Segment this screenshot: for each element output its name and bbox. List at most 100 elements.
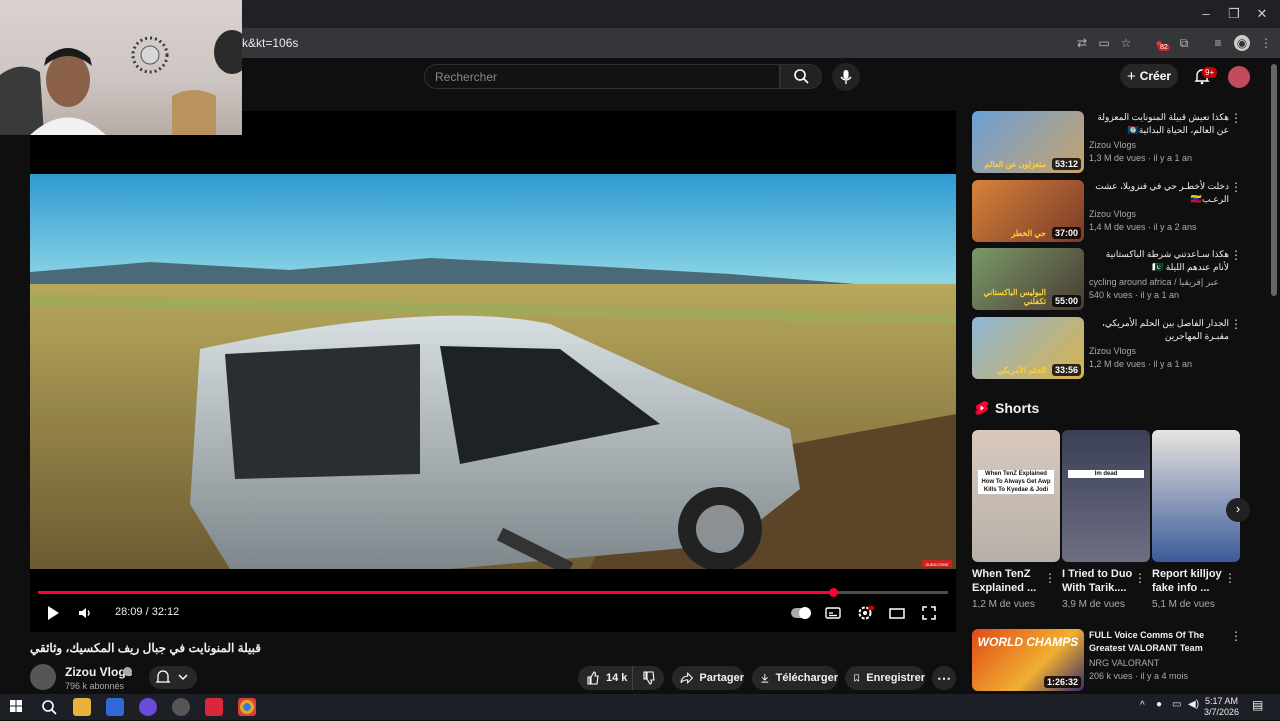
- voice-search-button[interactable]: [832, 63, 860, 91]
- store-icon[interactable]: [106, 698, 124, 716]
- share-button[interactable]: Partager: [672, 666, 744, 690]
- extensions-puzzle-icon[interactable]: ⧉: [1176, 35, 1192, 51]
- account-avatar[interactable]: [1228, 66, 1250, 88]
- recommendation-channel[interactable]: Zizou Vlogs: [1089, 209, 1136, 219]
- recommendation-thumbnail[interactable]: البوليس الباكستاني تكفلني 55:00: [972, 248, 1084, 310]
- video-player[interactable]: SUBSCRIBE: [30, 111, 956, 632]
- tray-chevron-icon[interactable]: ^: [1140, 700, 1145, 711]
- bell-icon: [155, 670, 188, 683]
- search-input[interactable]: Rechercher: [424, 64, 780, 89]
- recommendation-item[interactable]: حي الخطر 37:00 دخلت لأخطـر حي في فنزويلا…: [972, 180, 1262, 242]
- chrome-icon[interactable]: [238, 698, 256, 716]
- subscriber-count: 796 k abonnés: [65, 681, 125, 691]
- search-button[interactable]: [780, 64, 822, 89]
- recommendation-title[interactable]: دخلت لأخطـر حي في فنزويلا، عشت الرعـب🇻🇪: [1089, 180, 1229, 206]
- page-scrollbar[interactable]: [1271, 64, 1277, 296]
- recommendation-title[interactable]: هكذا تعيش قبيلة المنونايت المعزولة عن ال…: [1089, 111, 1229, 137]
- network-icon[interactable]: ▭: [1172, 699, 1181, 710]
- recommendation-thumbnail[interactable]: حي الخطر 37:00: [972, 180, 1084, 242]
- subscribe-overlay-label: SUBSCRIBE: [925, 562, 948, 567]
- recommendation-item[interactable]: الحلم الأمريكي 33:56 الجدار الفاصل بين ا…: [972, 317, 1262, 379]
- like-button[interactable]: 14 k: [578, 666, 632, 690]
- settings-button[interactable]: [856, 604, 874, 622]
- shorts-heading-label: Shorts: [995, 400, 1040, 416]
- chrome-menu-icon[interactable]: ⋮: [1258, 35, 1274, 51]
- recommendation-item[interactable]: البوليس الباكستاني تكفلني 55:00 هكذا سـا…: [972, 248, 1262, 310]
- channel-avatar[interactable]: [30, 664, 56, 690]
- subscription-bell-button[interactable]: [149, 666, 197, 689]
- short-thumbnail[interactable]: When TenZ Explained How To Always Get Aw…: [972, 430, 1060, 562]
- volume-tray-icon[interactable]: ◀): [1188, 699, 1199, 710]
- thumbnail-caption: البوليس الباكستاني تكفلني: [983, 288, 1046, 306]
- windows-start-icon[interactable]: [8, 698, 26, 716]
- profile-icon[interactable]: ◉: [1234, 35, 1250, 51]
- media-app-icon[interactable]: [205, 698, 223, 716]
- short-thumbnail[interactable]: Im dead: [1062, 430, 1150, 562]
- thumbnail-caption: WORLD CHAMPS: [977, 635, 1079, 649]
- more-horizontal-icon: ⋯: [937, 669, 951, 686]
- recommendation-channel[interactable]: Zizou Vlogs: [1089, 346, 1136, 356]
- recommendation-title[interactable]: هكذا سـاعدتني شرطة الباكستانية لأنام عند…: [1089, 248, 1229, 274]
- bookmark-icon: [854, 674, 860, 682]
- thumbnail-caption: حي الخطر: [1011, 229, 1046, 238]
- close-icon[interactable]: ✕: [1252, 6, 1272, 22]
- create-button[interactable]: + Créer: [1120, 64, 1178, 88]
- subtitles-button[interactable]: [824, 604, 842, 622]
- notification-center-icon[interactable]: ▤: [1252, 698, 1263, 712]
- taskbar-clock[interactable]: 5:17 AM 3/7/2026: [1204, 696, 1239, 718]
- recommendation-thumbnail[interactable]: منعزلون عن العالم 53:12: [972, 111, 1084, 173]
- save-button[interactable]: Enregistrer: [845, 666, 925, 690]
- volume-button[interactable]: [76, 604, 94, 622]
- download-button[interactable]: Télécharger: [752, 666, 838, 690]
- minimize-icon[interactable]: –: [1196, 6, 1216, 21]
- dislike-button[interactable]: [632, 666, 664, 690]
- short-views: 5,1 M de vues: [1152, 599, 1215, 610]
- recommendation-channel[interactable]: cycling around africa / عبر إفريقيا: [1089, 277, 1219, 288]
- translate-icon[interactable]: ⇄: [1074, 35, 1090, 51]
- recommendation-thumbnail[interactable]: WORLD CHAMPS 1:26:32: [972, 629, 1084, 691]
- search-icon[interactable]: [40, 698, 58, 716]
- restore-icon[interactable]: ❐: [1224, 6, 1244, 22]
- obs-icon[interactable]: [172, 698, 190, 716]
- more-vertical-icon[interactable]: ⋮: [1134, 571, 1146, 585]
- recommendation-thumbnail[interactable]: الحلم الأمريكي 33:56: [972, 317, 1084, 379]
- short-title[interactable]: Report killjoy fake info ...: [1152, 567, 1228, 595]
- volume-icon: [79, 608, 90, 618]
- short-title[interactable]: I Tried to Duo With Tarik....: [1062, 567, 1138, 595]
- recommendation-item[interactable]: منعزلون عن العالم 53:12 هكذا تعيش قبيلة …: [972, 111, 1262, 173]
- short-views: 1,2 M de vues: [972, 599, 1035, 610]
- share-label: Partager: [699, 672, 744, 684]
- microphone-tray-icon[interactable]: ●: [1156, 699, 1162, 710]
- play-button[interactable]: [44, 604, 62, 622]
- play-icon: [48, 606, 59, 620]
- shorts-next-button[interactable]: ›: [1226, 498, 1250, 522]
- reading-list-icon[interactable]: ≡: [1210, 35, 1226, 51]
- recommendation-channel[interactable]: NRG VALORANT: [1089, 658, 1159, 668]
- search-placeholder: Rechercher: [435, 70, 498, 84]
- short-thumbnail[interactable]: [1152, 430, 1240, 562]
- more-vertical-icon[interactable]: ⋮: [1230, 249, 1242, 261]
- recommendation-bottom[interactable]: WORLD CHAMPS 1:26:32 FULL Voice Comms Of…: [972, 629, 1262, 691]
- file-explorer-icon[interactable]: [73, 698, 91, 716]
- more-vertical-icon[interactable]: ⋮: [1230, 318, 1242, 330]
- more-vertical-icon[interactable]: ⋮: [1230, 630, 1242, 642]
- video-duration: 55:00: [1051, 295, 1081, 307]
- bookmark-star-icon[interactable]: ☆: [1118, 35, 1134, 51]
- recommendation-meta: 206 k vues · il y a 4 mois: [1089, 671, 1189, 681]
- autoplay-toggle[interactable]: [790, 604, 812, 622]
- like-count: 14 k: [606, 672, 628, 684]
- more-vertical-icon[interactable]: ⋮: [1230, 112, 1242, 124]
- more-vertical-icon[interactable]: ⋮: [1044, 571, 1056, 585]
- app-icon[interactable]: [139, 698, 157, 716]
- cast-icon[interactable]: ▭: [1096, 35, 1112, 51]
- recommendation-title[interactable]: FULL Voice Comms Of The Greatest VALORAN…: [1089, 629, 1229, 655]
- theater-mode-button[interactable]: [888, 604, 906, 622]
- more-vertical-icon[interactable]: ⋮: [1224, 571, 1236, 585]
- recommendation-title[interactable]: الجدار الفاصل بين الحلم الأمريكي، مقبـرة…: [1089, 317, 1229, 343]
- more-vertical-icon[interactable]: ⋮: [1230, 181, 1242, 193]
- more-actions-button[interactable]: ⋯: [932, 666, 956, 690]
- short-title[interactable]: When TenZ Explained ...: [972, 567, 1048, 595]
- recommendation-channel[interactable]: Zizou Vlogs: [1089, 140, 1136, 150]
- notification-badge: 9+: [1202, 67, 1218, 78]
- fullscreen-button[interactable]: [920, 604, 938, 622]
